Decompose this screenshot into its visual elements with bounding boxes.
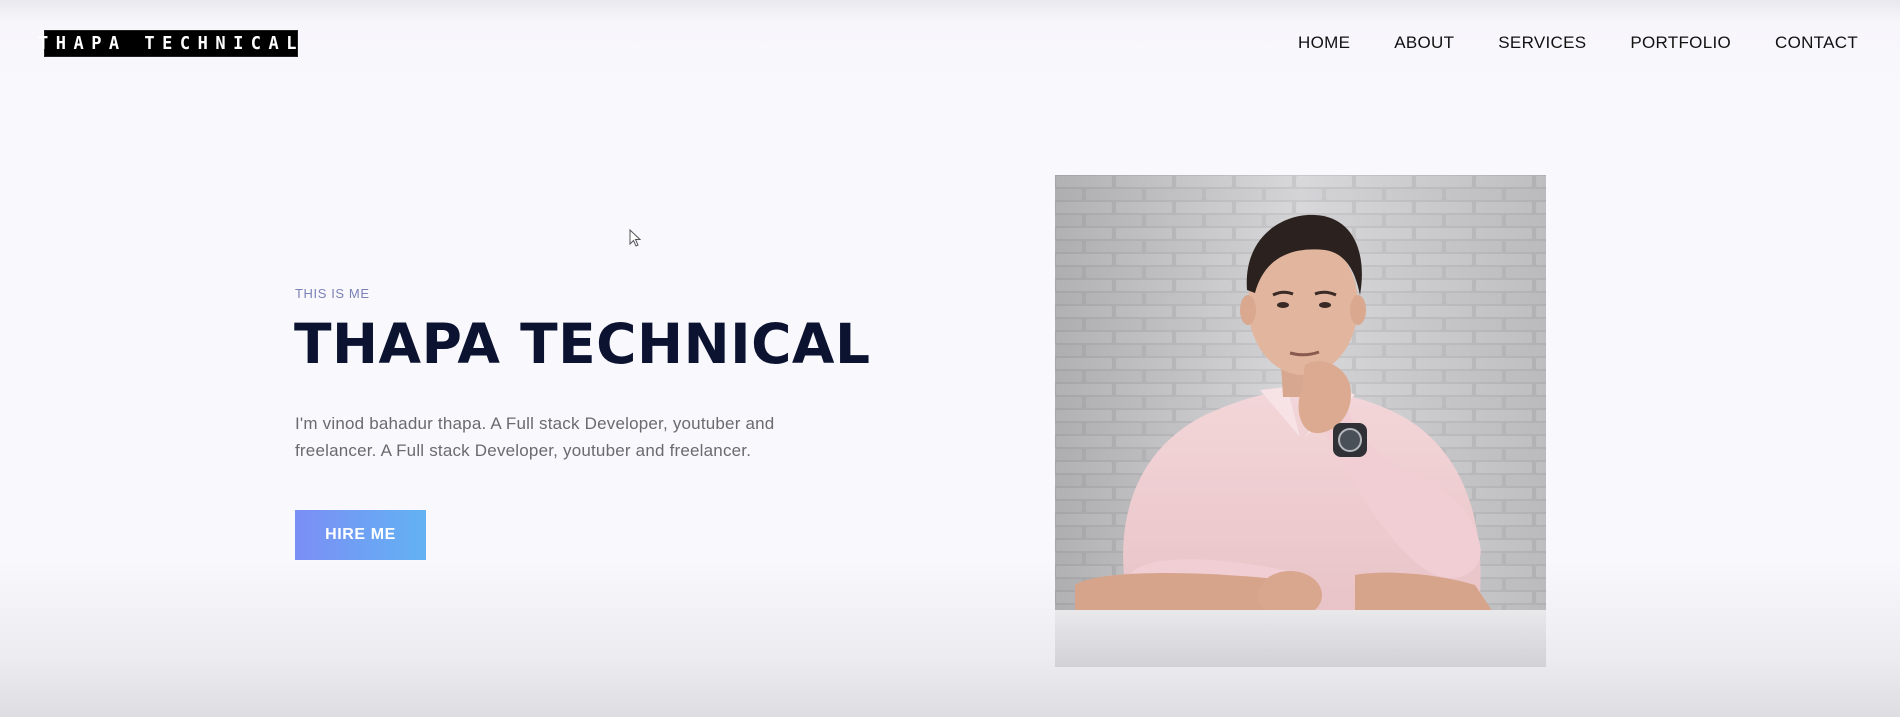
mouse-cursor-icon xyxy=(629,229,641,247)
site-logo[interactable]: THAPA TECHNICAL xyxy=(38,30,298,57)
nav-about[interactable]: ABOUT xyxy=(1394,33,1454,53)
hero-description: I'm vinod bahadur thapa. A Full stack De… xyxy=(295,414,775,460)
main-nav: HOME ABOUT SERVICES PORTFOLIO CONTACT xyxy=(1298,33,1858,53)
logo-text: THAPA TECHNICAL xyxy=(37,33,305,54)
hero-eyebrow: THIS IS ME xyxy=(295,286,370,301)
portrait-photo xyxy=(1055,175,1546,667)
nav-contact[interactable]: CONTACT xyxy=(1775,33,1858,53)
nav-services[interactable]: SERVICES xyxy=(1498,33,1586,53)
hire-me-button[interactable]: HIRE ME xyxy=(295,510,426,560)
hero-title: THAPA TECHNICAL xyxy=(294,312,871,376)
nav-portfolio[interactable]: PORTFOLIO xyxy=(1630,33,1731,53)
nav-home[interactable]: HOME xyxy=(1298,33,1350,53)
